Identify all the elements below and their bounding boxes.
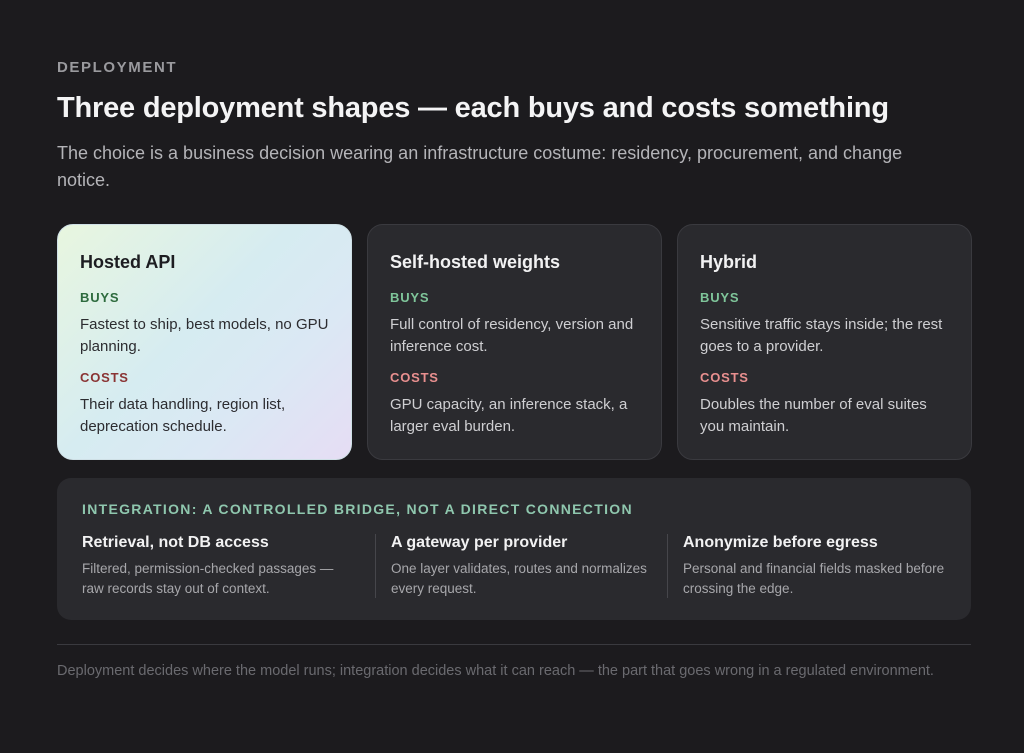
card-self-hosted: Self-hosted weights BUYS Full control of…	[367, 224, 662, 460]
page-subtitle: The choice is a business decision wearin…	[57, 143, 903, 190]
column-text: Personal and financial fields masked bef…	[683, 561, 945, 596]
costs-text: GPU capacity, an inference stack, a larg…	[390, 396, 628, 435]
footnote: Deployment decides where the model runs;…	[57, 663, 934, 679]
costs-text: Doubles the number of eval suites you ma…	[700, 396, 927, 435]
buys-label: BUYS	[80, 290, 120, 305]
column-title: A gateway per provider	[391, 534, 568, 551]
card-title: Hosted API	[80, 252, 176, 272]
buys-label: BUYS	[700, 290, 740, 305]
costs-label: COSTS	[390, 370, 439, 385]
costs-text: Their data handling, region list, deprec…	[80, 396, 286, 435]
integration-column-retrieval: Retrieval, not DB access Filtered, permi…	[82, 534, 362, 598]
slide: DEPLOYMENT Three deployment shapes — eac…	[0, 0, 1024, 753]
column-text: One layer validates, routes and normaliz…	[391, 561, 647, 596]
buys-text: Sensitive traffic stays inside; the rest…	[700, 316, 943, 355]
costs-label: COSTS	[700, 370, 749, 385]
buys-text: Fastest to ship, best models, no GPU pla…	[80, 316, 329, 355]
column-title: Anonymize before egress	[683, 534, 878, 551]
card-title: Hybrid	[700, 252, 758, 272]
page-title: Three deployment shapes — each buys and …	[57, 92, 889, 124]
card-hybrid: Hybrid BUYS Sensitive traffic stays insi…	[677, 224, 972, 460]
deployment-cards: Hosted API BUYS Fastest to ship, best mo…	[57, 224, 972, 460]
divider	[57, 644, 971, 645]
integration-column-anonymize: Anonymize before egress Personal and fin…	[667, 534, 947, 598]
section-eyebrow: DEPLOYMENT	[57, 59, 178, 76]
integration-panel: INTEGRATION: A CONTROLLED BRIDGE, NOT A …	[57, 478, 971, 620]
card-title: Self-hosted weights	[390, 252, 561, 272]
buys-text: Full control of residency, version and i…	[390, 316, 634, 355]
card-hosted-api: Hosted API BUYS Fastest to ship, best mo…	[57, 224, 352, 460]
column-text: Filtered, permission-checked passages — …	[82, 561, 334, 596]
costs-label: COSTS	[80, 370, 129, 385]
integration-columns: Retrieval, not DB access Filtered, permi…	[82, 534, 952, 598]
buys-label: BUYS	[390, 290, 430, 305]
integration-column-gateway: A gateway per provider One layer validat…	[375, 534, 655, 598]
integration-heading: INTEGRATION: A CONTROLLED BRIDGE, NOT A …	[82, 501, 633, 517]
column-title: Retrieval, not DB access	[82, 534, 269, 551]
